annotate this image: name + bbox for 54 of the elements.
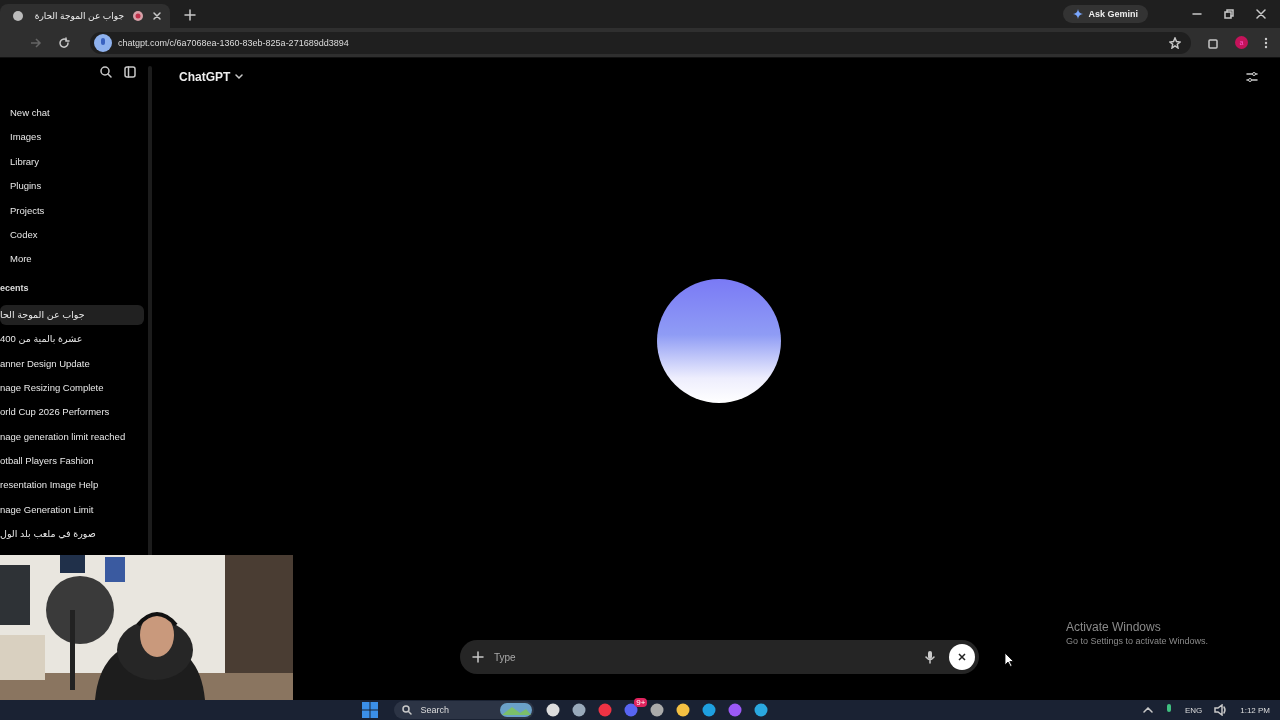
sidebar-item[interactable]: More [0,253,148,278]
sidebar-item[interactable]: Images [0,131,148,156]
taskbar-search[interactable]: Search [394,701,535,719]
sidebar-item[interactable]: New chat [0,107,148,132]
language-indicator[interactable]: ENG [1184,705,1203,715]
restore-icon[interactable] [1224,9,1234,19]
notification-badge: 9+ [634,698,648,707]
sidebar-item[interactable]: Codex [0,228,148,254]
new-tab-icon[interactable] [184,9,196,21]
close-icon [957,652,967,662]
chat-history-item[interactable]: جواب عن الموجة الحا [0,304,144,325]
chat-history-item[interactable]: nage generation limit reached [0,426,144,447]
forward-arrow-icon [30,36,42,49]
chat-history-item[interactable]: resentation Image Help [0,475,144,496]
search-label: Search [420,705,449,715]
model-selector[interactable]: ChatGPT [179,70,244,84]
tab-title: جواب عن الموجة الحارة [33,11,124,21]
sliders-icon[interactable] [1246,71,1258,83]
mouse-cursor-icon [1004,652,1014,667]
windows-start-icon[interactable] [362,702,379,718]
close-icon[interactable] [152,11,162,21]
sidebar-item[interactable]: Projects [0,204,148,229]
sidebar-item[interactable]: Library [0,155,148,181]
url-text: chatgpt.com/c/6a7068ea-1360-83eb-825a-271689dd3894 [118,37,349,48]
chat-history-item[interactable]: orld Cup 2026 Performers [0,402,144,423]
menu-icon[interactable] [1264,36,1268,49]
search-icon [402,705,413,715]
chevron-up-icon[interactable] [1142,707,1153,713]
search-icon[interactable] [100,66,112,78]
plus-icon[interactable] [472,651,484,663]
sidebar-toggle-icon[interactable] [124,66,136,78]
chat-history-item[interactable]: nage Resizing Complete [0,377,144,398]
chevron-down-icon [235,74,244,80]
site-icon [12,10,24,22]
chat-history-item[interactable]: عشرة بالمية من 400 [0,329,144,350]
close-icon[interactable] [1256,9,1266,19]
section-heading: ecents [0,282,30,295]
chat-history-item[interactable]: otball Players Fashion [0,451,144,472]
chat-history-item[interactable]: صورة في ملعب بلد الول [0,524,144,545]
sidebar-item[interactable]: Plugins [0,180,148,205]
chat-history-item[interactable]: nage Generation Limit [0,499,144,520]
landscape-icon [500,703,533,717]
activation-title: Activate Windows [1066,620,1162,634]
reload-icon[interactable] [58,36,70,49]
address-bar[interactable]: chatgpt.com/c/6a7068ea-1360-83eb-825a-271689dd3894 [90,31,1191,54]
ask-gemini-button[interactable]: Ask Gemini [1063,5,1148,23]
clock-time[interactable]: 1:12 PM [1240,705,1270,715]
sparkle-icon [1073,9,1084,19]
activation-text: Go to Settings to activate Windows. [1066,636,1209,646]
chat-history-item[interactable]: anner Design Update [0,353,144,374]
speaker-icon[interactable] [1214,704,1229,716]
star-icon[interactable] [1169,36,1181,49]
browser-tab[interactable]: جواب عن الموجة الحارة [0,4,170,28]
message-field[interactable]: Type [460,640,979,674]
